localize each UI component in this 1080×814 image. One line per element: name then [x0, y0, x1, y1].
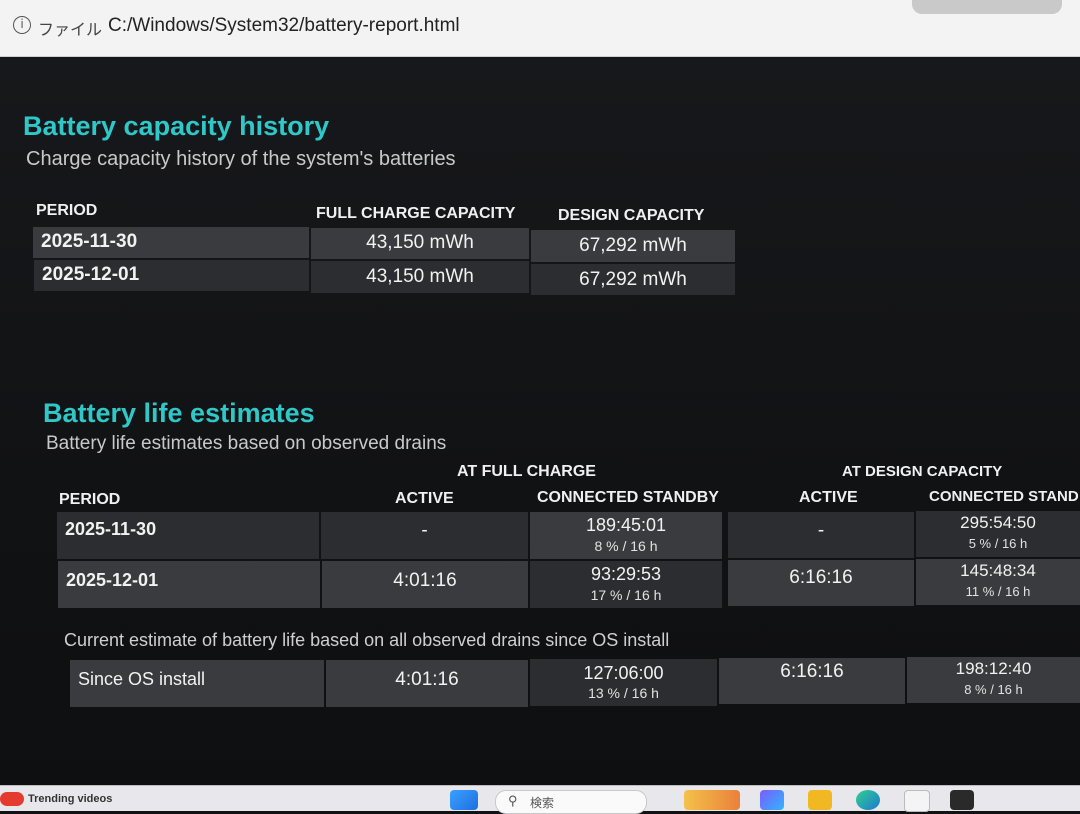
group-header-full-charge: AT FULL CHARGE — [457, 463, 596, 480]
capacity-period: 2025-11-30 — [41, 231, 138, 252]
since-period: Since OS install — [78, 669, 206, 689]
address-bar[interactable]: i ファイル C:/Windows/System32/battery-repor… — [0, 0, 1080, 57]
since-standby-design-pct: 8 % / 16 h — [964, 682, 1023, 697]
life-standby-design-pct: 5 % / 16 h — [968, 536, 1028, 551]
life-standby-pct: 17 % / 16 h — [590, 587, 662, 603]
life-active-design-cell: 6:16:16 — [728, 560, 914, 606]
capacity-design-cell: 67,292 mWh — [531, 264, 735, 295]
life-active-design-cell: - — [728, 512, 914, 558]
capacity-design-cell: 67,292 mWh — [531, 230, 735, 262]
life-standby-design-cell: 145:48:34 11 % / 16 h — [916, 559, 1080, 605]
terminal-icon[interactable] — [950, 790, 974, 810]
since-standby-design: 198:12:40 — [955, 659, 1032, 678]
life-standby-cell: 93:29:53 17 % / 16 h — [530, 561, 722, 608]
trending-widget[interactable]: Trending videos — [0, 792, 112, 806]
capacity-full: 43,150 mWh — [366, 266, 474, 287]
life-active-design: 6:16:16 — [789, 567, 853, 588]
battery-report: Battery capacity history Charge capacity… — [0, 57, 1080, 785]
life-active-design: - — [817, 520, 825, 541]
capacity-full-cell: 43,150 mWh — [311, 261, 529, 293]
life-active-cell: 4:01:16 — [322, 561, 528, 608]
taskbar: Trending videos ⚲ 検索 — [0, 785, 1080, 814]
life-header-active: ACTIVE — [395, 490, 454, 507]
capacity-full-cell: 43,150 mWh — [311, 228, 529, 259]
capacity-subtitle: Charge capacity history of the system's … — [26, 148, 456, 170]
since-standby-pct: 13 % / 16 h — [588, 685, 659, 701]
table-row: Since OS install — [70, 660, 324, 707]
table-row: 2025-12-01 — [34, 260, 309, 291]
file-protocol-label: ファイル — [38, 22, 103, 39]
life-header-active-design: ACTIVE — [799, 489, 858, 506]
search-input[interactable]: ⚲ 検索 — [495, 790, 647, 814]
capacity-design: 67,292 mWh — [579, 269, 687, 290]
life-active: 4:01:16 — [393, 570, 457, 591]
current-estimate-note: Current estimate of battery life based o… — [64, 630, 670, 650]
life-standby-design: 295:54:50 — [960, 513, 1036, 532]
search-placeholder: 検索 — [530, 796, 555, 810]
since-standby: 127:06:00 — [583, 663, 664, 683]
life-standby-design-pct: 11 % / 16 h — [965, 584, 1031, 599]
capacity-design: 67,292 mWh — [579, 235, 687, 256]
table-row: 2025-12-01 — [58, 561, 320, 608]
since-active-design-cell: 6:16:16 — [719, 658, 905, 704]
since-active-cell: 4:01:16 — [326, 660, 528, 707]
widgets-icon[interactable] — [684, 790, 740, 810]
life-standby-pct: 8 % / 16 h — [594, 538, 658, 554]
life-header-standby-design: CONNECTED STAND — [929, 488, 1079, 505]
windows-start-icon[interactable] — [450, 790, 478, 810]
capacity-title: Battery capacity history — [23, 111, 330, 141]
capacity-header-period: PERIOD — [36, 202, 98, 219]
capacity-header-design: DESIGN CAPACITY — [558, 207, 705, 224]
table-row: 2025-11-30 — [33, 227, 309, 258]
life-standby-design: 145:48:34 — [960, 561, 1036, 580]
since-active: 4:01:16 — [395, 669, 459, 690]
life-subtitle: Battery life estimates based on observed… — [46, 433, 447, 454]
search-icon: ⚲ — [508, 793, 518, 808]
capacity-period: 2025-12-01 — [42, 264, 140, 285]
url-text[interactable]: C:/Windows/System32/battery-report.html — [108, 15, 460, 37]
life-period: 2025-12-01 — [66, 570, 159, 590]
group-header-design-capacity: AT DESIGN CAPACITY — [842, 463, 1003, 480]
life-standby: 93:29:53 — [590, 564, 662, 584]
life-active: - — [421, 520, 428, 541]
store-icon[interactable] — [904, 790, 930, 812]
trending-label: Trending videos — [28, 792, 113, 805]
since-active-design: 6:16:16 — [780, 661, 844, 682]
since-standby-cell: 127:06:00 13 % / 16 h — [530, 659, 717, 706]
life-standby: 189:45:01 — [585, 515, 667, 535]
life-standby-design-cell: 295:54:50 5 % / 16 h — [916, 511, 1080, 557]
copilot-icon[interactable] — [760, 790, 784, 810]
file-explorer-icon[interactable] — [808, 790, 832, 810]
edge-browser-icon[interactable] — [856, 790, 880, 810]
capacity-full: 43,150 mWh — [366, 232, 474, 253]
since-standby-design-cell: 198:12:40 8 % / 16 h — [907, 657, 1080, 703]
capacity-header-full: FULL CHARGE CAPACITY — [316, 205, 516, 222]
life-period: 2025-11-30 — [65, 519, 157, 539]
info-icon[interactable]: i — [13, 16, 31, 34]
window-controls[interactable] — [912, 0, 1062, 14]
life-header-standby: CONNECTED STANDBY — [537, 489, 719, 506]
table-row: 2025-11-30 — [57, 512, 319, 559]
trending-icon — [0, 792, 24, 806]
life-title: Battery life estimates — [43, 398, 315, 428]
life-active-cell: - — [321, 512, 528, 559]
life-header-period: PERIOD — [59, 491, 121, 508]
life-standby-cell: 189:45:01 8 % / 16 h — [530, 512, 722, 559]
